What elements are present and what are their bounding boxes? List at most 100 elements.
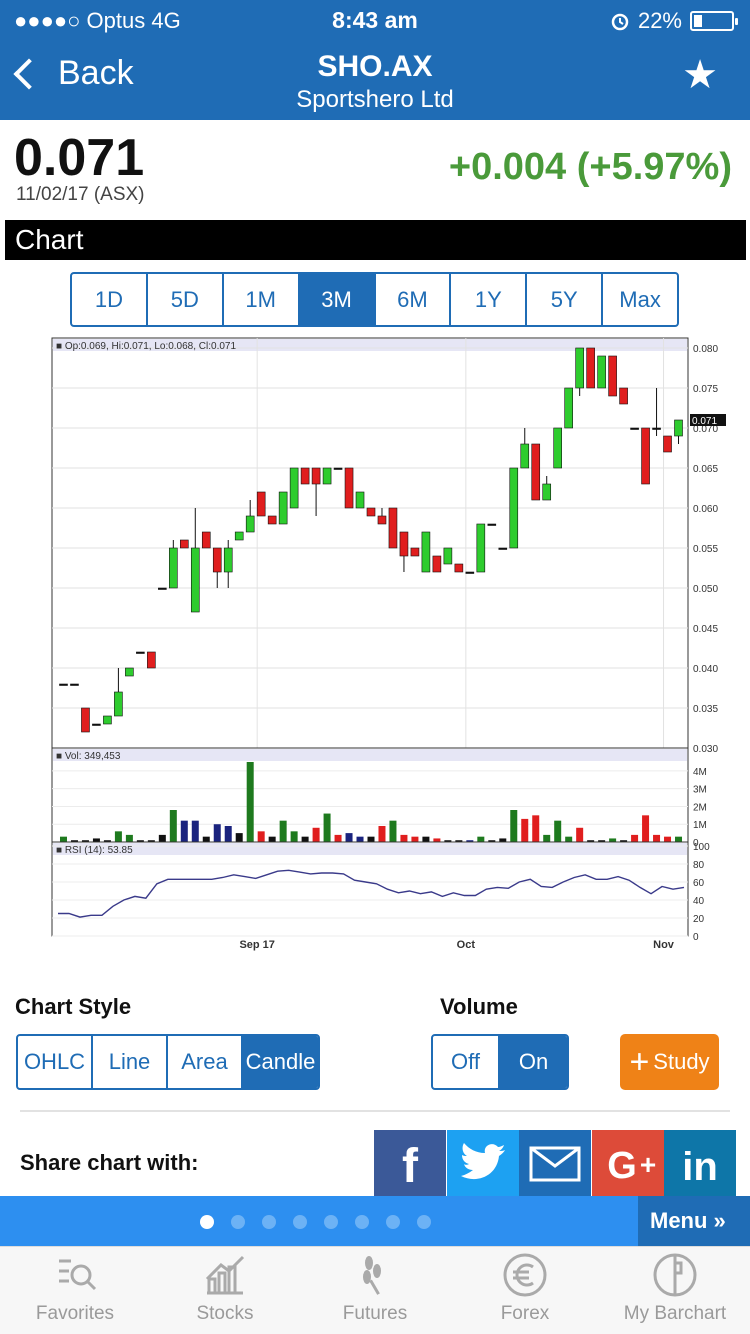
- last-price-label: 0.071: [692, 416, 717, 427]
- volume-bar: [323, 813, 331, 842]
- volume-bar: [433, 838, 441, 842]
- chart-style-candle[interactable]: Candle: [243, 1036, 318, 1088]
- page-dot[interactable]: [417, 1215, 431, 1229]
- share-twitter-button[interactable]: [446, 1130, 519, 1196]
- candle: [179, 539, 189, 549]
- price-legend: ■ Op:0.069, Hi:0.071, Lo:0.068, Cl:0.071: [56, 341, 236, 352]
- page-dot[interactable]: [231, 1215, 245, 1229]
- price-tick-label: 0.040: [693, 664, 718, 675]
- candle: [509, 467, 519, 549]
- tab-my-barchart[interactable]: My Barchart: [600, 1247, 750, 1334]
- range-tab-6m[interactable]: 6M: [376, 274, 452, 325]
- volume-bar: [268, 836, 276, 842]
- tab-stocks[interactable]: Stocks: [150, 1247, 300, 1334]
- candle: [564, 387, 573, 429]
- range-tab-5y[interactable]: 5Y: [527, 274, 604, 325]
- candle: [597, 355, 606, 389]
- share-facebook-button[interactable]: f: [374, 1130, 446, 1196]
- candle: [289, 467, 299, 509]
- price-tick-label: 0.065: [693, 464, 718, 475]
- page-dot[interactable]: [293, 1215, 307, 1229]
- candle: [575, 347, 584, 389]
- volume-bar: [378, 826, 386, 842]
- favorite-star-icon[interactable]: ★: [682, 52, 718, 98]
- page-dot[interactable]: [355, 1215, 369, 1229]
- volume-bar: [290, 831, 298, 842]
- candle: [619, 387, 628, 405]
- volume-bar: [356, 836, 364, 842]
- share-email-button[interactable]: [519, 1130, 591, 1196]
- volume-bar: [334, 834, 342, 842]
- facebook-icon: f: [402, 1140, 419, 1193]
- volume-bar: [422, 836, 430, 842]
- rsi-tick-label: 40: [693, 896, 705, 907]
- candle: [454, 563, 464, 573]
- volume-bar: [565, 836, 573, 842]
- battery-percent: 22%: [637, 8, 682, 33]
- volume-bar: [543, 834, 551, 842]
- range-tab-1d[interactable]: 1D: [72, 274, 148, 325]
- range-tab-3m[interactable]: 3M: [299, 274, 376, 325]
- email-icon: [529, 1146, 581, 1182]
- favorites-icon: [59, 1259, 97, 1291]
- page-dot[interactable]: [200, 1215, 214, 1229]
- range-tab-max[interactable]: Max: [603, 274, 677, 325]
- rsi-tick-label: 80: [693, 860, 705, 871]
- page-dot[interactable]: [324, 1215, 338, 1229]
- volume-bar: [367, 836, 375, 842]
- volume-tick-label: 2M: [693, 802, 707, 813]
- volume-bar: [180, 820, 188, 842]
- volume-bar: [235, 833, 243, 842]
- battery-icon: [690, 11, 738, 31]
- candle: [520, 443, 530, 469]
- price-chart[interactable]: 0.0800.0750.0700.0650.0600.0550.0500.045…: [50, 336, 750, 956]
- candle: [278, 491, 288, 525]
- linkedin-icon: in: [682, 1145, 718, 1189]
- price-tick-label: 0.080: [693, 344, 718, 355]
- page-dot[interactable]: [386, 1215, 400, 1229]
- range-tab-5d[interactable]: 5D: [148, 274, 224, 325]
- volume-bar: [521, 818, 529, 842]
- add-study-button[interactable]: + Study: [620, 1034, 719, 1090]
- volume-bar: [301, 836, 309, 842]
- tab-futures[interactable]: Futures: [300, 1247, 450, 1334]
- page-indicator-bar: Menu »: [0, 1196, 750, 1246]
- legend-band: [53, 843, 687, 855]
- candle: [421, 531, 431, 573]
- chart-style-line[interactable]: Line: [93, 1036, 168, 1088]
- candle: [465, 571, 475, 574]
- candle: [377, 515, 387, 525]
- candle: [300, 467, 310, 485]
- chart-style-area[interactable]: Area: [168, 1036, 243, 1088]
- chart-style-ohlc[interactable]: OHLC: [18, 1036, 93, 1088]
- tab-forex[interactable]: Forex: [450, 1247, 600, 1334]
- share-linkedin-button[interactable]: in: [664, 1130, 736, 1196]
- candle: [674, 419, 683, 437]
- rsi-tick-label: 20: [693, 914, 705, 925]
- candle: [542, 483, 552, 501]
- range-tab-1y[interactable]: 1Y: [451, 274, 528, 325]
- page-dot[interactable]: [262, 1215, 276, 1229]
- rsi-tick-label: 0: [693, 932, 699, 943]
- chart-style-selector: OHLC Line Area Candle: [16, 1034, 320, 1090]
- volume-label: Volume: [440, 994, 518, 1019]
- tab-favorites[interactable]: Favorites: [0, 1247, 150, 1334]
- candle: [333, 467, 343, 470]
- candle: [114, 691, 123, 717]
- range-tab-1m[interactable]: 1M: [224, 274, 300, 325]
- candle: [630, 427, 639, 430]
- candle: [190, 547, 200, 613]
- volume-panel: [51, 747, 689, 843]
- menu-button[interactable]: Menu »: [638, 1196, 750, 1246]
- volume-off[interactable]: Off: [433, 1036, 501, 1088]
- candle: [487, 523, 497, 526]
- price-tick-label: 0.030: [693, 744, 718, 755]
- study-label: Study: [653, 1049, 710, 1074]
- share-google-plus-button[interactable]: G +: [591, 1130, 664, 1196]
- volume-on[interactable]: On: [500, 1036, 567, 1088]
- chart-section-title: Chart: [5, 220, 746, 260]
- candle: [366, 507, 376, 517]
- x-axis-label: Sep 17: [239, 939, 274, 951]
- futures-icon: [363, 1256, 381, 1295]
- stocks-icon: [205, 1255, 245, 1295]
